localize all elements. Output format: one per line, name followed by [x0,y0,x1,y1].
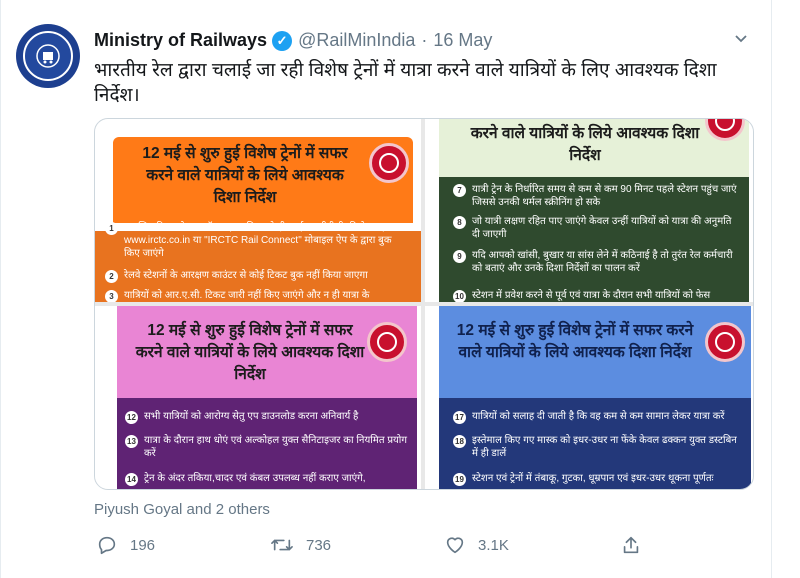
tweet-text: भारतीय रेल द्वारा चलाई जा रही विशेष ट्रे… [94,60,717,106]
retweet-button[interactable]: 736 [270,534,331,556]
panel-title: 12 मई से शुरु हुई विशेष ट्रेनों में सफर … [135,322,365,383]
retweet-count: 736 [306,536,332,554]
avatar[interactable] [16,24,80,88]
railway-emblem-icon [705,322,745,362]
guideline-item: 8 जो यात्री लक्षण रहित पाए जाएंगे केवल उन… [453,215,741,241]
panel-title: 12 मई से शुरु हुई विशेष ट्रेनों में सफर … [456,322,694,361]
guideline-item: 1 आरक्षित टिकट केवल ऑनलाइन प्रक्रिया से ह… [105,221,405,260]
media-image-2[interactable]: करने वाले यात्रियों के लिये आवश्यक दिशा … [425,119,753,302]
guideline-item: 13 यात्रा के दौरान हाथ धोएं एवं अल्कोहल य… [125,434,410,460]
reply-button[interactable]: 196 [96,534,155,556]
reply-count: 196 [130,536,156,554]
guideline-item: 10 स्टेशन में प्रवेश करने से पूर्व एवं या… [453,289,741,302]
guideline-item: 17 यात्रियों को सलाह दी जाती है कि वह कम … [453,410,743,424]
like-count: 3.1K [478,536,509,554]
guideline-item: 3 यात्रियों को आर.ए.सी. टिकट जारी नहीं कि… [105,289,405,302]
guideline-item: 2 रेलवे स्टेशनों के आरक्षण काउंटर से कोई … [105,269,405,283]
guideline-item: 14 ट्रेन के अंदर तकिया,चादर एवं कंबल उपलब… [125,472,410,486]
verified-badge-icon: ✓ [272,30,293,51]
account-name[interactable]: Ministry of Railways [94,30,267,51]
media-image-3[interactable]: 12 मई से शुरु हुई विशेष ट्रेनों में सफर … [95,306,421,489]
timeline-right-border [771,0,772,578]
guideline-item: 7 यात्री ट्रेन के निर्धारित समय से कम से … [453,183,741,209]
reply-icon [98,536,116,555]
guideline-item: 9 यदि आपको खांसी, बुखार या सांस लेने में … [453,249,741,275]
media-image-1[interactable]: 12 मई से शुरु हुई विशेष ट्रेनों में सफर … [95,119,421,302]
share-icon [623,536,639,554]
railway-emblem-icon [367,322,407,362]
tweet-header: Ministry of Railways ✓ @RailMinIndia · 1… [94,30,492,51]
share-button[interactable] [620,534,654,556]
media-image-4[interactable]: 12 मई से शुरु हुई विशेष ट्रेनों में सफर … [425,306,753,489]
panel-title: करने वाले यात्रियों के लिये आवश्यक दिशा … [470,125,700,164]
guideline-item: 12 सभी यात्रियों को आरोग्य सेतु एप डाउनलो… [125,410,410,424]
railway-emblem-icon [369,143,409,183]
chevron-down-icon[interactable] [733,30,749,51]
like-icon [446,537,464,554]
header-separator: · [421,30,428,50]
railway-logo-icon [23,31,73,81]
tweet-media-grid[interactable]: 12 मई से शुरु हुई विशेष ट्रेनों में सफर … [94,118,754,490]
panel-title: 12 मई से शुरु हुई विशेष ट्रेनों में सफर … [142,145,348,206]
tweet-action-bar: 196 736 3.1K [94,534,654,560]
guideline-item: 19 स्टेशन एवं ट्रेनों में तंबाकू, गुटका, … [453,472,743,486]
like-button[interactable]: 3.1K [444,534,509,556]
account-handle[interactable]: @RailMinIndia [298,30,415,51]
tweet-date[interactable]: 16 May [433,30,492,51]
guideline-item: 18 इस्तेमाल किए गए मास्क को इधर-उधर ना फे… [453,434,743,460]
retweet-icon [271,539,293,551]
liked-by-text[interactable]: Piyush Goyal and 2 others [94,501,270,518]
timeline-left-border [0,0,1,578]
